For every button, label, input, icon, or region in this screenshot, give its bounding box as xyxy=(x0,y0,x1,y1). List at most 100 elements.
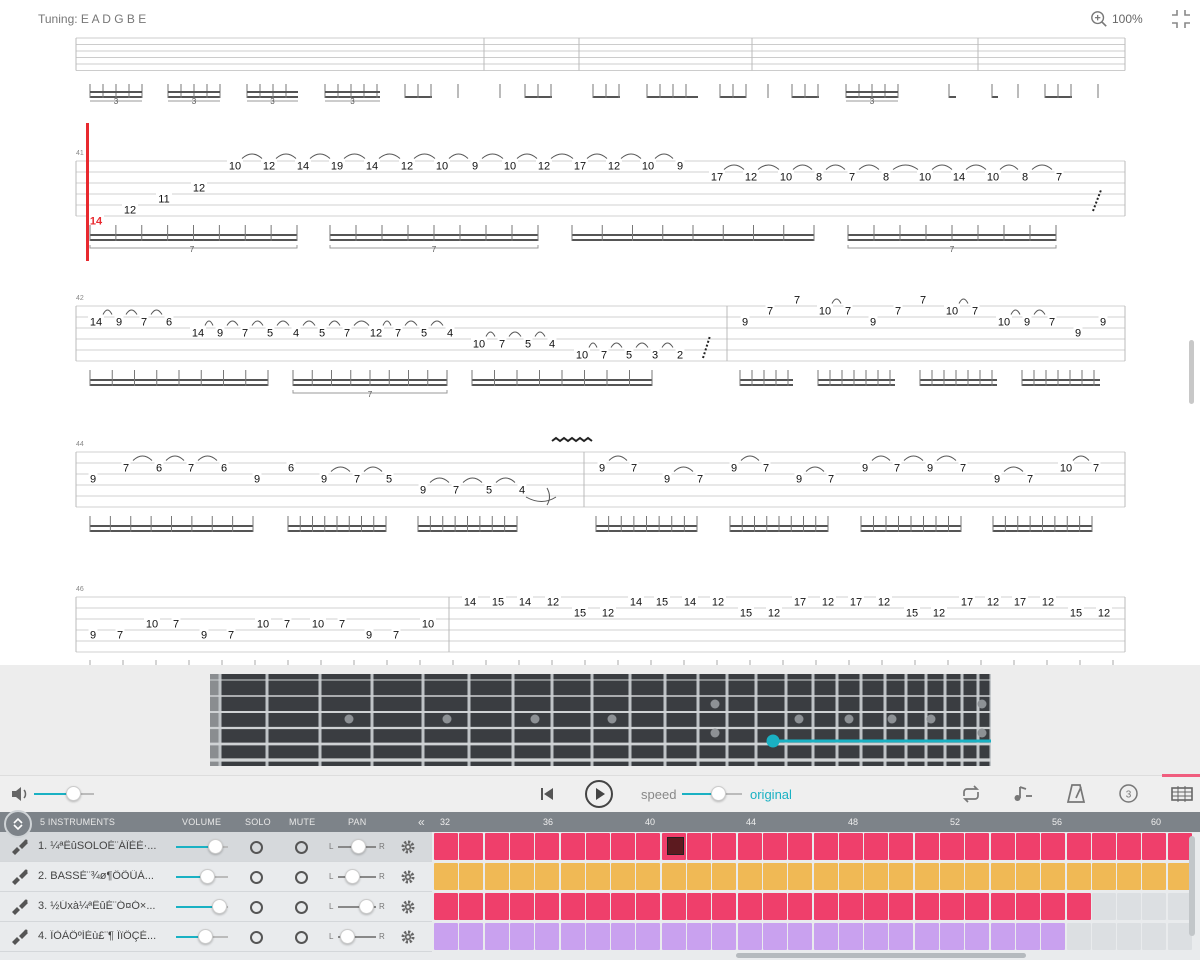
track-measure[interactable] xyxy=(965,833,990,860)
tab-note[interactable]: 7 xyxy=(895,306,901,318)
tab-note[interactable]: 17 xyxy=(711,172,723,184)
metronome-icon[interactable] xyxy=(1066,783,1086,804)
track-measure[interactable] xyxy=(585,833,610,860)
track-measure[interactable] xyxy=(509,923,534,950)
tracks-collapse-button[interactable] xyxy=(4,810,32,838)
tab-note[interactable]: 5 xyxy=(319,328,325,340)
tab-note[interactable]: 9 xyxy=(90,630,96,642)
tab-note[interactable]: 10 xyxy=(946,306,958,318)
track-measure[interactable] xyxy=(990,833,1015,860)
track-measure[interactable] xyxy=(1117,893,1142,920)
tab-note[interactable]: 9 xyxy=(796,474,802,486)
tab-note[interactable]: 10 xyxy=(642,161,654,173)
tab-note[interactable]: 12 xyxy=(124,205,136,217)
tab-note[interactable]: 7 xyxy=(763,463,769,475)
track-measure[interactable] xyxy=(1015,893,1040,920)
tab-note[interactable]: 12 xyxy=(370,328,382,340)
track-measure[interactable] xyxy=(965,863,990,890)
tab-note[interactable]: 14 xyxy=(297,161,309,173)
mute-toggle[interactable] xyxy=(295,841,308,854)
track-measure[interactable] xyxy=(484,893,509,920)
tab-note[interactable]: 15 xyxy=(656,597,668,609)
track-measure[interactable] xyxy=(1142,893,1167,920)
ruler-measure-number[interactable]: 48 xyxy=(848,817,858,827)
track-measure[interactable] xyxy=(611,923,636,950)
track-measure[interactable] xyxy=(1091,923,1116,950)
tab-note[interactable]: 4 xyxy=(549,339,555,351)
solo-toggle[interactable] xyxy=(250,871,263,884)
track-measure[interactable] xyxy=(535,833,560,860)
track-measure[interactable] xyxy=(1091,833,1116,860)
tab-note[interactable]: 8 xyxy=(816,172,822,184)
tab-note[interactable]: 12 xyxy=(538,161,550,173)
track-measure[interactable] xyxy=(434,893,458,920)
track-measure[interactable] xyxy=(965,923,990,950)
track-measure[interactable] xyxy=(509,833,534,860)
tab-note[interactable]: 8 xyxy=(1022,172,1028,184)
track-measure[interactable] xyxy=(434,833,458,860)
track-measure[interactable] xyxy=(1041,863,1066,890)
track-measure[interactable] xyxy=(1015,863,1040,890)
track-volume-slider[interactable] xyxy=(176,899,228,915)
track-measure[interactable] xyxy=(535,923,560,950)
tab-note[interactable]: 12 xyxy=(822,597,834,609)
mute-toggle[interactable] xyxy=(295,931,308,944)
tab-note[interactable]: 5 xyxy=(421,328,427,340)
tab-note[interactable]: 12 xyxy=(193,183,205,195)
track-measure[interactable] xyxy=(1066,863,1091,890)
tab-note[interactable]: 14 xyxy=(90,216,103,228)
fretboard[interactable] xyxy=(210,674,991,766)
track-measure[interactable] xyxy=(838,863,863,890)
tracks-horizontal-scrollbar[interactable] xyxy=(736,953,1026,958)
track-measure[interactable] xyxy=(560,923,585,950)
gear-icon[interactable] xyxy=(400,869,416,885)
track-measure[interactable] xyxy=(636,923,661,950)
track-measure[interactable] xyxy=(762,893,787,920)
tab-note[interactable]: 10 xyxy=(998,317,1010,329)
track-measure[interactable] xyxy=(762,923,787,950)
tab-note[interactable]: 7 xyxy=(344,328,350,340)
track-measure[interactable] xyxy=(687,923,711,950)
tab-note[interactable]: 14 xyxy=(953,172,965,184)
ruler-measure-number[interactable]: 52 xyxy=(950,817,960,827)
solo-toggle[interactable] xyxy=(250,931,263,944)
tab-note[interactable]: 10 xyxy=(257,619,269,631)
tab-note[interactable]: 10 xyxy=(919,172,931,184)
tab-note[interactable]: 7 xyxy=(1056,172,1062,184)
track-measure[interactable] xyxy=(636,893,661,920)
track-measure[interactable] xyxy=(1142,833,1167,860)
track-measure[interactable] xyxy=(990,863,1015,890)
track-measure[interactable] xyxy=(687,863,711,890)
track-measure[interactable] xyxy=(585,923,610,950)
track-measure[interactable] xyxy=(661,923,686,950)
gear-icon[interactable] xyxy=(400,899,416,915)
track-measure[interactable] xyxy=(813,863,838,890)
tab-note[interactable]: 7 xyxy=(601,350,607,362)
track-measure[interactable] xyxy=(889,923,914,950)
collapse-panel-icon[interactable]: « xyxy=(418,815,425,829)
tab-note[interactable]: 9 xyxy=(677,161,683,173)
tab-note[interactable]: 6 xyxy=(156,463,162,475)
track-measure[interactable] xyxy=(1041,833,1066,860)
tab-note[interactable]: 15 xyxy=(492,597,504,609)
track-measure[interactable] xyxy=(1142,923,1167,950)
track-row[interactable]: 2. BASSÉ¨¾ø¶ÔÕÜÀ... L R xyxy=(0,862,432,892)
track-measure[interactable] xyxy=(1142,863,1167,890)
tab-note[interactable]: 9 xyxy=(90,474,96,486)
track-row[interactable]: 4. ÏÒÀÖºÍÉù£¨¶ ÏïÖÇÉ... L R xyxy=(0,922,432,952)
tab-note[interactable]: 9 xyxy=(862,463,868,475)
fretboard-toggle-icon[interactable] xyxy=(1170,784,1194,804)
track-name[interactable]: 1. ¼ªËûSOLOÉ¨ÁÏÈÈ·... xyxy=(38,840,170,852)
tab-note[interactable]: 7 xyxy=(123,463,129,475)
track-measure[interactable] xyxy=(838,893,863,920)
track-measure[interactable] xyxy=(990,923,1015,950)
track-measure[interactable] xyxy=(459,863,484,890)
track-measure[interactable] xyxy=(889,833,914,860)
track-measure[interactable] xyxy=(1066,923,1091,950)
track-measure[interactable] xyxy=(914,923,939,950)
track-measure[interactable] xyxy=(737,833,762,860)
tab-note[interactable]: 7 xyxy=(849,172,855,184)
track-row[interactable]: 1. ¼ªËûSOLOÉ¨ÁÏÈÈ·... L R xyxy=(0,832,432,862)
tab-note[interactable]: 7 xyxy=(284,619,290,631)
solo-toggle[interactable] xyxy=(250,901,263,914)
